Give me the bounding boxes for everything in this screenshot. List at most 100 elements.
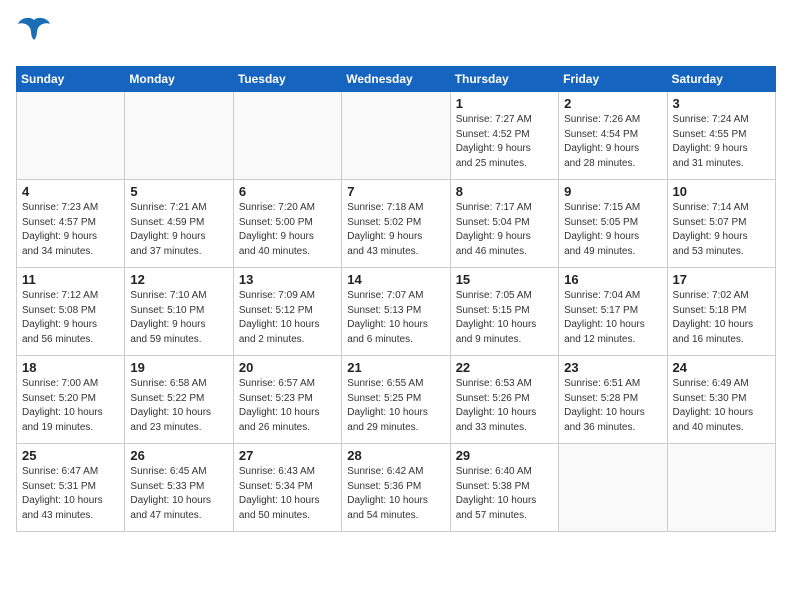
calendar-day-cell: 17 Sunrise: 7:02 AM Sunset: 5:18 PM Dayli… [667, 268, 775, 356]
day-number: 16 [564, 272, 661, 287]
calendar-day-cell: 7 Sunrise: 7:18 AM Sunset: 5:02 PM Daylig… [342, 180, 450, 268]
day-number: 20 [239, 360, 336, 375]
day-info: Sunrise: 7:10 AM Sunset: 5:10 PM Dayligh… [130, 289, 227, 347]
calendar-week-row: 11 Sunrise: 7:12 AM Sunset: 5:08 PM Dayli… [17, 268, 776, 356]
day-info: Sunrise: 7:21 AM Sunset: 4:59 PM Dayligh… [130, 201, 227, 259]
day-info: Sunrise: 6:58 AM Sunset: 5:22 PM Dayligh… [130, 377, 227, 435]
day-info: Sunrise: 7:09 AM Sunset: 5:12 PM Dayligh… [239, 289, 336, 347]
calendar-day-cell: 12 Sunrise: 7:10 AM Sunset: 5:10 PM Dayli… [125, 268, 233, 356]
calendar-day-cell: 27 Sunrise: 6:43 AM Sunset: 5:34 PM Dayli… [233, 444, 341, 532]
day-info: Sunrise: 7:04 AM Sunset: 5:17 PM Dayligh… [564, 289, 661, 347]
day-info: Sunrise: 6:42 AM Sunset: 5:36 PM Dayligh… [347, 465, 444, 523]
calendar-body: 1 Sunrise: 7:27 AM Sunset: 4:52 PM Daylig… [17, 92, 776, 532]
calendar-week-row: 18 Sunrise: 7:00 AM Sunset: 5:20 PM Dayli… [17, 356, 776, 444]
calendar-day-cell: 13 Sunrise: 7:09 AM Sunset: 5:12 PM Dayli… [233, 268, 341, 356]
logo-bird-icon [18, 16, 50, 44]
day-number: 28 [347, 448, 444, 463]
weekday-header: Tuesday [233, 67, 341, 92]
calendar-day-cell: 16 Sunrise: 7:04 AM Sunset: 5:17 PM Dayli… [559, 268, 667, 356]
day-info: Sunrise: 6:51 AM Sunset: 5:28 PM Dayligh… [564, 377, 661, 435]
day-number: 18 [22, 360, 119, 375]
day-info: Sunrise: 7:26 AM Sunset: 4:54 PM Dayligh… [564, 113, 661, 171]
calendar-day-cell [17, 92, 125, 180]
day-info: Sunrise: 6:55 AM Sunset: 5:25 PM Dayligh… [347, 377, 444, 435]
day-number: 29 [456, 448, 553, 463]
day-number: 1 [456, 96, 553, 111]
day-number: 13 [239, 272, 336, 287]
day-info: Sunrise: 7:05 AM Sunset: 5:15 PM Dayligh… [456, 289, 553, 347]
calendar-day-cell: 14 Sunrise: 7:07 AM Sunset: 5:13 PM Dayli… [342, 268, 450, 356]
calendar-day-cell: 26Sunrise: 6:45 AM Sunset: 5:33 PM Dayli… [125, 444, 233, 532]
calendar-day-cell: 9 Sunrise: 7:15 AM Sunset: 5:05 PM Daylig… [559, 180, 667, 268]
calendar-table: SundayMondayTuesdayWednesdayThursdayFrid… [16, 66, 776, 532]
calendar-header: SundayMondayTuesdayWednesdayThursdayFrid… [17, 67, 776, 92]
logo [16, 16, 50, 54]
day-number: 3 [673, 96, 770, 111]
calendar-week-row: 25Sunrise: 6:47 AM Sunset: 5:31 PM Dayli… [17, 444, 776, 532]
calendar-day-cell: 1 Sunrise: 7:27 AM Sunset: 4:52 PM Daylig… [450, 92, 558, 180]
day-number: 6 [239, 184, 336, 199]
day-info: Sunrise: 7:20 AM Sunset: 5:00 PM Dayligh… [239, 201, 336, 259]
day-info: Sunrise: 7:17 AM Sunset: 5:04 PM Dayligh… [456, 201, 553, 259]
day-info: Sunrise: 7:15 AM Sunset: 5:05 PM Dayligh… [564, 201, 661, 259]
day-number: 15 [456, 272, 553, 287]
day-number: 19 [130, 360, 227, 375]
day-number: 12 [130, 272, 227, 287]
weekday-header: Saturday [667, 67, 775, 92]
day-info: Sunrise: 6:49 AM Sunset: 5:30 PM Dayligh… [673, 377, 770, 435]
weekday-row: SundayMondayTuesdayWednesdayThursdayFrid… [17, 67, 776, 92]
day-info: Sunrise: 7:02 AM Sunset: 5:18 PM Dayligh… [673, 289, 770, 347]
day-number: 22 [456, 360, 553, 375]
calendar-day-cell: 21 Sunrise: 6:55 AM Sunset: 5:25 PM Dayli… [342, 356, 450, 444]
weekday-header: Monday [125, 67, 233, 92]
calendar-day-cell: 5 Sunrise: 7:21 AM Sunset: 4:59 PM Daylig… [125, 180, 233, 268]
calendar-day-cell: 23 Sunrise: 6:51 AM Sunset: 5:28 PM Dayli… [559, 356, 667, 444]
weekday-header: Sunday [17, 67, 125, 92]
day-number: 27 [239, 448, 336, 463]
calendar-day-cell: 25Sunrise: 6:47 AM Sunset: 5:31 PM Dayli… [17, 444, 125, 532]
calendar-day-cell: 28 Sunrise: 6:42 AM Sunset: 5:36 PM Dayli… [342, 444, 450, 532]
day-number: 23 [564, 360, 661, 375]
calendar-day-cell: 19 Sunrise: 6:58 AM Sunset: 5:22 PM Dayli… [125, 356, 233, 444]
calendar-day-cell: 29Sunrise: 6:40 AM Sunset: 5:38 PM Dayli… [450, 444, 558, 532]
day-info: Sunrise: 7:12 AM Sunset: 5:08 PM Dayligh… [22, 289, 119, 347]
calendar-week-row: 4 Sunrise: 7:23 AM Sunset: 4:57 PM Daylig… [17, 180, 776, 268]
weekday-header: Thursday [450, 67, 558, 92]
day-number: 5 [130, 184, 227, 199]
day-number: 11 [22, 272, 119, 287]
calendar-week-row: 1 Sunrise: 7:27 AM Sunset: 4:52 PM Daylig… [17, 92, 776, 180]
calendar-day-cell: 11 Sunrise: 7:12 AM Sunset: 5:08 PM Dayli… [17, 268, 125, 356]
day-info: Sunrise: 7:14 AM Sunset: 5:07 PM Dayligh… [673, 201, 770, 259]
weekday-header: Friday [559, 67, 667, 92]
day-number: 8 [456, 184, 553, 199]
calendar-day-cell: 20 Sunrise: 6:57 AM Sunset: 5:23 PM Dayli… [233, 356, 341, 444]
day-info: Sunrise: 6:47 AM Sunset: 5:31 PM Dayligh… [22, 465, 119, 523]
day-number: 9 [564, 184, 661, 199]
day-number: 4 [22, 184, 119, 199]
page-header [16, 16, 776, 54]
calendar-day-cell [125, 92, 233, 180]
day-info: Sunrise: 6:43 AM Sunset: 5:34 PM Dayligh… [239, 465, 336, 523]
calendar-day-cell: 22 Sunrise: 6:53 AM Sunset: 5:26 PM Dayli… [450, 356, 558, 444]
calendar-day-cell: 8 Sunrise: 7:17 AM Sunset: 5:04 PM Daylig… [450, 180, 558, 268]
calendar-day-cell [342, 92, 450, 180]
day-number: 7 [347, 184, 444, 199]
calendar-day-cell: 6 Sunrise: 7:20 AM Sunset: 5:00 PM Daylig… [233, 180, 341, 268]
day-info: Sunrise: 6:53 AM Sunset: 5:26 PM Dayligh… [456, 377, 553, 435]
day-number: 10 [673, 184, 770, 199]
calendar-day-cell: 2Sunrise: 7:26 AM Sunset: 4:54 PM Daylig… [559, 92, 667, 180]
day-number: 17 [673, 272, 770, 287]
weekday-header: Wednesday [342, 67, 450, 92]
calendar-day-cell: 24Sunrise: 6:49 AM Sunset: 5:30 PM Dayli… [667, 356, 775, 444]
day-number: 14 [347, 272, 444, 287]
day-info: Sunrise: 7:00 AM Sunset: 5:20 PM Dayligh… [22, 377, 119, 435]
day-info: Sunrise: 7:07 AM Sunset: 5:13 PM Dayligh… [347, 289, 444, 347]
day-info: Sunrise: 7:18 AM Sunset: 5:02 PM Dayligh… [347, 201, 444, 259]
day-info: Sunrise: 7:27 AM Sunset: 4:52 PM Dayligh… [456, 113, 553, 171]
day-info: Sunrise: 7:23 AM Sunset: 4:57 PM Dayligh… [22, 201, 119, 259]
day-number: 26 [130, 448, 227, 463]
day-info: Sunrise: 6:57 AM Sunset: 5:23 PM Dayligh… [239, 377, 336, 435]
calendar-day-cell: 10 Sunrise: 7:14 AM Sunset: 5:07 PM Dayli… [667, 180, 775, 268]
calendar-day-cell: 15 Sunrise: 7:05 AM Sunset: 5:15 PM Dayli… [450, 268, 558, 356]
day-number: 21 [347, 360, 444, 375]
